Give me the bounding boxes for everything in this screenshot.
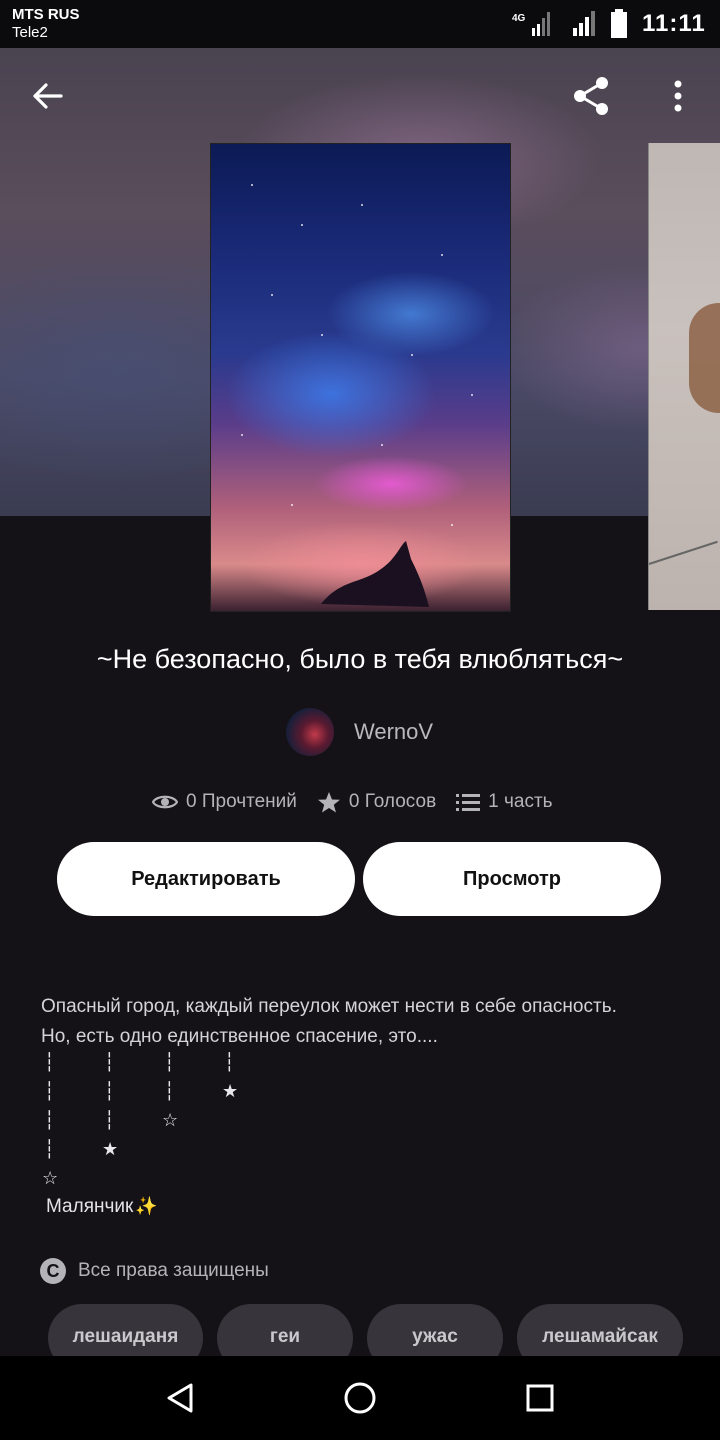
copyright-notice: C Все права защищены: [40, 1256, 269, 1286]
tag-list: лешаиданя геи ужас лешамайсак: [0, 1304, 720, 1356]
carrier-secondary: Tele2: [12, 24, 48, 41]
story-description: Опасный город, каждый переулок может нес…: [41, 992, 617, 1052]
edit-button[interactable]: Редактировать: [57, 842, 355, 916]
star-ascii-art: ┆ ┆ ┆ ┆ ┆ ┆ ┆ ★ ┆ ┆ ☆ ┆ ★ ☆: [42, 1052, 239, 1189]
story-stats: 0 Прочтений 0 Голосов 1 часть: [152, 786, 573, 818]
nav-back-button[interactable]: [150, 1370, 210, 1426]
silhouette-graphic: [321, 541, 429, 607]
description-line-1: Опасный город, каждый переулок может нес…: [41, 996, 617, 1017]
reads-count: 0 Прочтений: [186, 791, 297, 812]
tag-chip[interactable]: лешаиданя: [48, 1304, 203, 1356]
tag-chip[interactable]: ужас: [367, 1304, 503, 1356]
share-button[interactable]: [566, 72, 616, 120]
author-name[interactable]: WernoV: [354, 719, 433, 745]
battery-icon: [611, 9, 627, 38]
nav-home-button[interactable]: [330, 1370, 390, 1426]
story-cover-image[interactable]: [210, 143, 511, 612]
copyright-text: Все права защищены: [78, 1260, 269, 1281]
arrow-left-icon: [33, 83, 63, 109]
tag-chip[interactable]: геи: [217, 1304, 353, 1356]
signal-4g-icon: 4G: [512, 12, 550, 36]
description-line-2: Но, есть одно единственное спасение, это…: [41, 1026, 438, 1047]
carrier-primary: MTS RUS: [12, 6, 80, 23]
circle-home-icon: [344, 1382, 376, 1414]
nav-recents-button[interactable]: [510, 1370, 570, 1426]
system-navigation-bar: [0, 1356, 720, 1440]
list-icon: [456, 794, 481, 811]
votes-count: 0 Голосов: [348, 791, 437, 812]
share-icon: [574, 77, 608, 115]
parts-stat: 1 часть: [456, 791, 553, 813]
star-icon: [317, 792, 340, 813]
clock: 11:11: [642, 10, 706, 37]
parts-count: 1 часть: [488, 791, 553, 812]
avatar[interactable]: [286, 708, 334, 756]
more-options-button[interactable]: [660, 72, 696, 120]
network-label: 4G: [512, 13, 526, 24]
eye-icon: [152, 795, 178, 809]
back-button[interactable]: [22, 72, 74, 120]
triangle-back-icon: [167, 1383, 193, 1413]
copyright-icon: C: [40, 1258, 66, 1284]
view-button[interactable]: Просмотр: [363, 842, 661, 916]
more-vert-icon: [674, 80, 682, 112]
signoff-text: Малянчик ✨: [46, 1196, 158, 1218]
square-recents-icon: [526, 1384, 554, 1412]
sparkles-icon: ✨: [135, 1196, 158, 1216]
author-link[interactable]: WernoV: [286, 704, 433, 760]
story-title: ~Не безопасно, было в тебя влюбляться~: [96, 644, 624, 674]
tag-chip[interactable]: лешамайсак: [517, 1304, 683, 1356]
signal-icon: [573, 11, 595, 36]
next-story-cover[interactable]: [648, 143, 720, 610]
votes-stat: 0 Голосов: [317, 791, 436, 813]
reads-stat: 0 Прочтений: [152, 791, 297, 813]
signoff-name: Малянчик: [46, 1196, 134, 1217]
status-bar: MTS RUS Tele2 4G 11:11: [0, 0, 720, 48]
